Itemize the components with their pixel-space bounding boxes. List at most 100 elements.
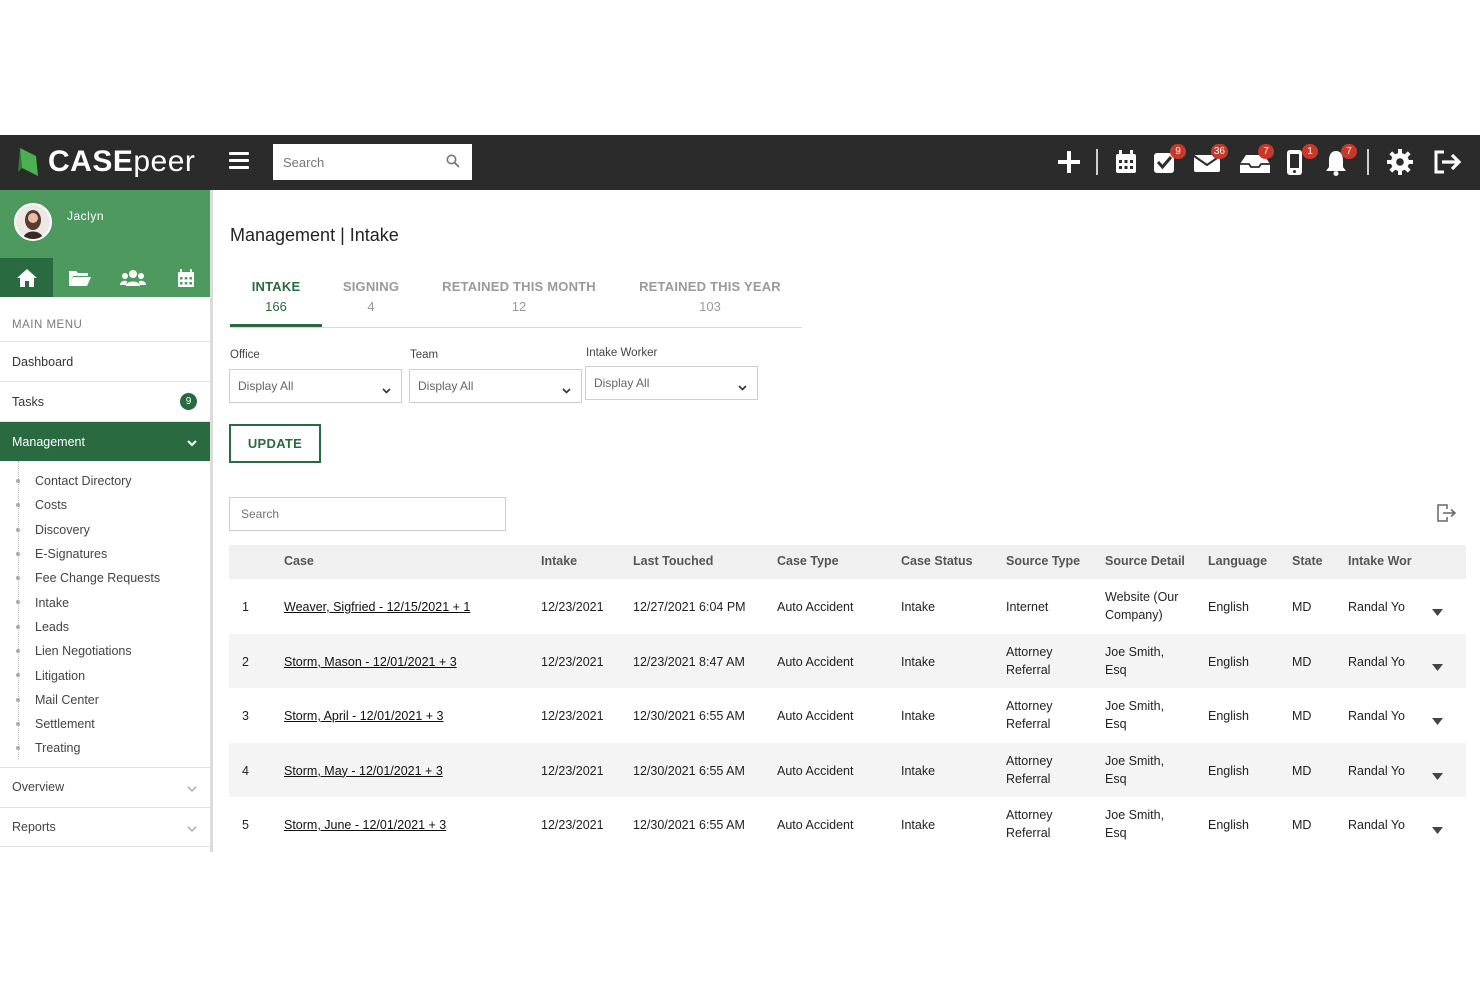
- office-label: Office: [230, 349, 260, 361]
- case-link[interactable]: Storm, June - 12/01/2021 + 3: [284, 816, 446, 834]
- quick-nav: [0, 258, 213, 297]
- users-group-icon[interactable]: [107, 258, 160, 297]
- sidebar-item-overview[interactable]: Overview: [0, 766, 210, 807]
- case-link[interactable]: Storm, May - 12/01/2021 + 3: [284, 762, 443, 780]
- bell-icon[interactable]: 7: [1321, 144, 1357, 177]
- table-search-input[interactable]: [230, 498, 505, 530]
- sidebar-subitem-e-signatures[interactable]: E-Signatures: [0, 542, 210, 566]
- row-expand-caret-icon[interactable]: [1432, 821, 1443, 839]
- sidebar-subitem-intake[interactable]: Intake: [0, 590, 210, 614]
- sidebar-subitem-fee-change-requests[interactable]: Fee Change Requests: [0, 566, 210, 590]
- table-row[interactable]: 3 Storm, April - 12/01/2021 + 3 12/23/2021…: [229, 688, 1466, 743]
- tab-retained-this-month[interactable]: RETAINED THIS MONTH 12: [420, 272, 618, 327]
- table-row[interactable]: 5 Storm, June - 12/01/2021 + 3 12/23/2021 1…: [229, 797, 1466, 852]
- brand-name: CASEpeer: [48, 145, 196, 178]
- update-button[interactable]: UPDATE: [229, 424, 321, 463]
- intake-date: 12/23/2021: [541, 763, 604, 778]
- row-number: 4: [242, 763, 249, 778]
- hamburger-menu-button[interactable]: [229, 152, 249, 170]
- tasks-check-icon[interactable]: 9: [1150, 144, 1186, 177]
- intake-worker-label: Intake Worker: [586, 347, 658, 359]
- top-bar: CASEpeer 9 36 7: [0, 135, 1480, 190]
- col-header-case-type[interactable]: Case Type: [777, 554, 839, 568]
- case-type: Auto Accident: [777, 818, 854, 832]
- row-number: 5: [242, 818, 249, 832]
- sidebar-item-tasks[interactable]: Tasks 9: [0, 381, 210, 421]
- sidebar-item-dashboard[interactable]: Dashboard: [0, 341, 210, 381]
- table-row[interactable]: 2 Storm, Mason - 12/01/2021 + 3 12/23/2021…: [229, 633, 1466, 688]
- inbox-icon[interactable]: 7: [1238, 144, 1274, 177]
- calendar-icon[interactable]: [160, 258, 213, 297]
- last-touched: 12/30/2021 6:55 AM: [633, 709, 745, 723]
- folder-open-icon[interactable]: [53, 258, 106, 297]
- table-row[interactable]: 1 Weaver, Sigfried - 12/15/2021 + 1 12/23/…: [229, 579, 1466, 634]
- chevron-down-icon: [738, 380, 747, 394]
- state: MD: [1292, 600, 1312, 614]
- global-search-input[interactable]: [273, 144, 433, 180]
- case-status: Intake: [901, 654, 936, 669]
- col-header-intake-worker[interactable]: Intake Wor: [1348, 554, 1412, 568]
- sidebar-item-label: Management: [12, 434, 85, 449]
- case-status: Intake: [901, 600, 936, 614]
- gear-icon[interactable]: [1385, 147, 1415, 177]
- intake-tabs: INTAKE 166 SIGNING 4 RETAINED THIS MONTH…: [230, 272, 802, 328]
- table-header: Case Intake Last Touched Case Type Case …: [229, 545, 1466, 579]
- last-touched: 12/30/2021 6:55 AM: [633, 763, 745, 778]
- tab-intake[interactable]: INTAKE 166: [230, 272, 322, 327]
- case-link[interactable]: Weaver, Sigfried - 12/15/2021 + 1: [284, 598, 470, 616]
- menu-heading: MAIN MENU: [12, 319, 83, 331]
- mail-icon[interactable]: 36: [1192, 144, 1228, 177]
- export-icon[interactable]: [1435, 503, 1457, 528]
- row-expand-caret-icon[interactable]: [1432, 712, 1443, 730]
- sidebar-subitem-discovery[interactable]: Discovery: [0, 518, 210, 542]
- sidebar-subitem-lien-negotiations[interactable]: Lien Negotiations: [0, 639, 210, 663]
- sidebar-subitem-leads[interactable]: Leads: [0, 615, 210, 639]
- chevron-down-icon: [562, 383, 571, 397]
- language: English: [1208, 818, 1249, 832]
- tab-retained-this-year[interactable]: RETAINED THIS YEAR 103: [618, 272, 802, 327]
- intake-date: 12/23/2021: [541, 709, 604, 723]
- phone-icon[interactable]: 1: [1282, 144, 1318, 177]
- sidebar-subitem-settlement[interactable]: Settlement: [0, 712, 210, 736]
- office-select[interactable]: Display All: [229, 369, 402, 403]
- col-header-intake[interactable]: Intake: [541, 554, 577, 568]
- sidebar-item-reports[interactable]: Reports: [0, 806, 210, 847]
- add-icon[interactable]: [1054, 147, 1084, 177]
- sidebar-subitem-costs[interactable]: Costs: [0, 493, 210, 517]
- case-link[interactable]: Storm, Mason - 12/01/2021 + 3: [284, 653, 457, 671]
- col-header-state[interactable]: State: [1292, 554, 1323, 568]
- sidebar-subitem-litigation[interactable]: Litigation: [0, 663, 210, 687]
- avatar[interactable]: [14, 203, 52, 241]
- home-icon[interactable]: [0, 258, 54, 297]
- sidebar-subitem-treating[interactable]: Treating: [0, 736, 210, 760]
- col-header-case[interactable]: Case: [284, 554, 314, 568]
- calendar-icon[interactable]: [1111, 147, 1141, 177]
- tab-signing[interactable]: SIGNING 4: [322, 272, 420, 327]
- source-type: Attorney Referral: [1006, 808, 1053, 840]
- col-header-source-type[interactable]: Source Type: [1006, 554, 1080, 568]
- intake-date: 12/23/2021: [541, 818, 604, 832]
- table-row[interactable]: 4 Storm, May - 12/01/2021 + 3 12/23/2021 12…: [229, 742, 1466, 797]
- language: English: [1208, 763, 1249, 778]
- sidebar-subitem-mail-center[interactable]: Mail Center: [0, 688, 210, 712]
- sidebar-item-management[interactable]: Management: [0, 421, 210, 461]
- chevron-down-icon: [382, 383, 391, 397]
- row-number: 3: [242, 709, 249, 723]
- case-link[interactable]: Storm, April - 12/01/2021 + 3: [284, 707, 443, 725]
- row-expand-caret-icon[interactable]: [1432, 658, 1443, 676]
- row-expand-caret-icon[interactable]: [1432, 603, 1443, 621]
- team-select[interactable]: Display All: [409, 369, 582, 403]
- intake-worker: Randal Yo: [1348, 600, 1406, 614]
- col-header-last-touched[interactable]: Last Touched: [633, 554, 713, 568]
- sidebar-subitem-contact-directory[interactable]: Contact Directory: [0, 469, 210, 493]
- row-expand-caret-icon[interactable]: [1432, 767, 1443, 785]
- logout-icon[interactable]: [1432, 147, 1462, 177]
- col-header-source-detail[interactable]: Source Detail: [1105, 554, 1185, 568]
- col-header-language[interactable]: Language: [1208, 554, 1267, 568]
- inbox-badge: 7: [1258, 144, 1274, 159]
- intake-worker-select[interactable]: Display All: [585, 366, 758, 400]
- sidebar-item-label: Reports: [12, 819, 56, 834]
- col-header-case-status[interactable]: Case Status: [901, 554, 973, 568]
- logo[interactable]: CASEpeer: [16, 143, 195, 181]
- search-icon[interactable]: [446, 154, 460, 173]
